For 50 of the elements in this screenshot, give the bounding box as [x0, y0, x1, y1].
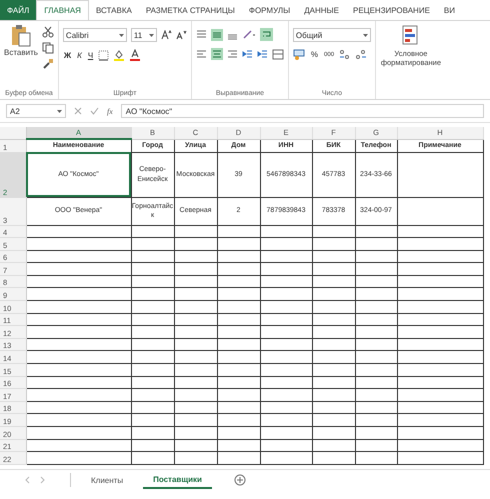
fill-color-icon[interactable] — [113, 49, 126, 61]
scissors-icon[interactable] — [42, 26, 54, 38]
ribbon-tab[interactable]: ГЛАВНАЯ — [36, 0, 89, 20]
align-center-icon[interactable] — [210, 48, 223, 60]
formula-field[interactable]: АО "Космос" — [120, 104, 484, 118]
percent-button[interactable]: % — [310, 50, 320, 59]
ribbon-tab[interactable]: ДАННЫЕ — [297, 0, 346, 20]
align-top-icon[interactable] — [196, 29, 207, 40]
underline-button[interactable]: Ч — [86, 50, 94, 60]
increase-decimal-icon[interactable] — [339, 49, 352, 60]
merge-icon[interactable] — [272, 48, 284, 60]
font-color-icon[interactable] — [129, 49, 142, 61]
bold-button[interactable]: Ж — [62, 50, 72, 60]
italic-button[interactable]: К — [76, 50, 83, 60]
paste-button[interactable]: Вставить — [4, 24, 38, 70]
wrap-text-icon[interactable] — [260, 28, 273, 41]
align-left-icon[interactable] — [196, 48, 207, 60]
cancel-icon[interactable] — [74, 107, 82, 115]
align-right-icon[interactable] — [226, 48, 238, 60]
ribbon-tab[interactable]: ФОРМУЛЫ — [242, 0, 298, 20]
currency-icon[interactable] — [292, 49, 306, 60]
ribbon-tab[interactable]: РАЗМЕТКА СТРАНИЦЫ — [138, 0, 242, 20]
clipboard-icon — [10, 24, 32, 48]
number-format-field[interactable]: Общий — [292, 28, 371, 42]
decrease-decimal-icon[interactable] — [355, 49, 368, 60]
grow-font-icon[interactable] — [160, 30, 172, 40]
ribbon-tab[interactable]: ВИ — [436, 0, 462, 20]
font-name-field[interactable]: Calibri — [62, 28, 127, 42]
ribbon-tab[interactable]: ВСТАВКА — [88, 0, 139, 20]
caret-icon — [118, 34, 124, 36]
name-box[interactable]: A2 — [6, 104, 66, 118]
increase-indent-icon[interactable] — [256, 48, 268, 60]
caret-icon — [148, 34, 154, 36]
font-size-field[interactable]: 11 — [130, 28, 157, 42]
orientation-icon[interactable] — [242, 29, 256, 40]
shrink-font-icon[interactable] — [176, 30, 187, 40]
ribbon-tab[interactable]: РЕЦЕНЗИРОВАНИЕ — [346, 0, 437, 20]
file-tab[interactable]: ФАЙЛ — [0, 0, 36, 20]
copy-icon[interactable] — [42, 42, 54, 54]
borders-icon[interactable] — [98, 50, 110, 60]
align-middle-icon[interactable] — [210, 28, 223, 40]
sheet-tab[interactable]: Клиенты — [81, 472, 134, 488]
caret-icon — [362, 34, 368, 36]
caret-icon — [57, 110, 62, 112]
brush-icon[interactable] — [42, 58, 54, 70]
confirm-icon[interactable] — [90, 107, 99, 115]
function-button[interactable]: fx — [107, 106, 113, 116]
add-sheet-icon[interactable] — [234, 474, 246, 486]
bar-chart-icon — [402, 25, 420, 47]
decrease-indent-icon[interactable] — [242, 48, 253, 60]
